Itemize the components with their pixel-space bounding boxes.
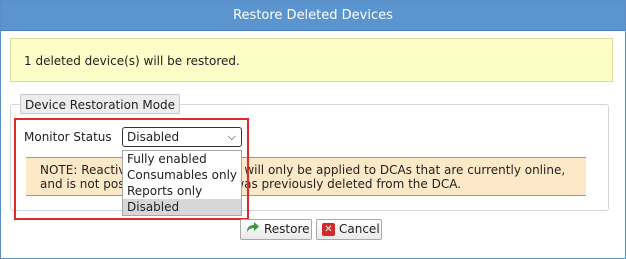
restoration-legend: Device Restoration Mode (20, 94, 180, 114)
restore-button[interactable]: Restore (240, 219, 312, 240)
info-message: 1 deleted device(s) will be restored. (10, 38, 613, 82)
restore-label: Restore (264, 222, 310, 236)
close-icon: ✕ (322, 223, 335, 236)
restore-arrow-icon (246, 220, 260, 239)
highlight-box (14, 118, 249, 220)
dialog-title: Restore Deleted Devices (1, 1, 625, 31)
cancel-label: Cancel (339, 222, 380, 236)
cancel-button[interactable]: ✕ Cancel (316, 219, 382, 240)
